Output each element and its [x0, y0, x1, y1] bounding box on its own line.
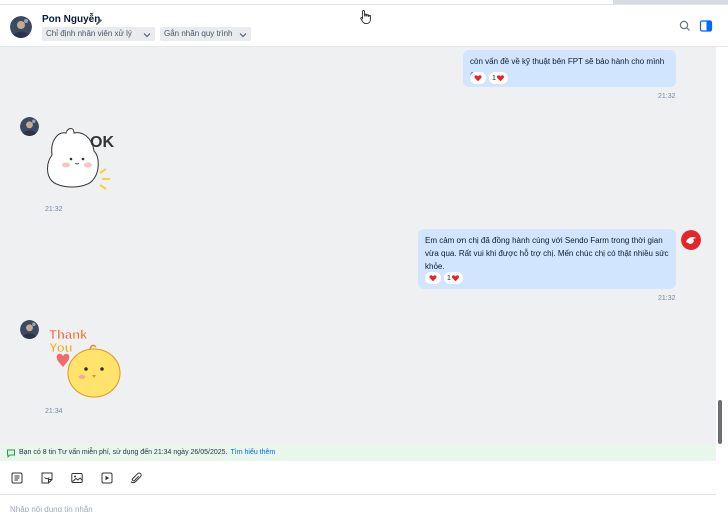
hand-cursor-icon	[359, 9, 373, 25]
contact-avatar[interactable]	[20, 320, 39, 339]
message-bubble-outgoing[interactable]: Em cảm ơn chị đã đồng hành cùng với Send…	[418, 229, 676, 289]
notice-text: Bạn có 8 tin Tư vấn miễn phí, sử dụng đế…	[19, 449, 228, 456]
contact-avatar[interactable]	[20, 117, 39, 136]
agent-avatar[interactable]	[681, 230, 701, 250]
scrollbar-track[interactable]	[716, 47, 728, 445]
heart-icon	[474, 75, 482, 82]
message-time: 21:34	[45, 408, 63, 415]
message-time: 21:32	[658, 295, 676, 302]
heart-icon	[496, 75, 504, 82]
chevron-down-icon	[239, 30, 247, 38]
edit-name-icon[interactable]	[94, 14, 104, 25]
composer-toolbar	[0, 461, 716, 495]
process-label-dropdown[interactable]: Gắn nhãn quy trình	[160, 27, 251, 41]
message-composer	[0, 495, 716, 512]
process-label-text: Gắn nhãn quy trình	[164, 29, 233, 38]
quick-message-icon[interactable]	[10, 471, 24, 485]
thank-you-sticker[interactable]: Thank You	[46, 327, 122, 399]
assign-agent-label: Chỉ định nhân viên xử lý	[46, 29, 132, 38]
sticker-you-text: You	[49, 340, 73, 355]
reactions: 1	[470, 72, 508, 84]
message-input[interactable]	[10, 505, 510, 512]
sticker-icon[interactable]	[40, 471, 54, 485]
message-time: 21:32	[45, 206, 63, 213]
heart-icon	[429, 275, 437, 282]
free-message-notice: Bạn có 8 tin Tư vấn miễn phí, sử dụng đế…	[0, 445, 716, 461]
heart-reaction-button[interactable]	[470, 72, 486, 84]
window-top-edge	[0, 0, 728, 5]
heart-icon	[451, 275, 459, 282]
assign-agent-dropdown[interactable]: Chỉ định nhân viên xử lý	[42, 27, 155, 41]
sticker-ok-text: OK	[90, 134, 114, 151]
video-icon[interactable]	[100, 471, 114, 485]
scrollbar-thumb[interactable]	[718, 400, 722, 444]
chevron-down-icon	[143, 30, 151, 38]
message-list[interactable]: còn vấn đề về kỹ thuật bên FPT sẽ bảo hà…	[0, 47, 716, 445]
image-icon[interactable]	[70, 471, 84, 485]
ok-sticker[interactable]: OK	[44, 125, 122, 191]
toggle-sidebar-icon[interactable]	[699, 19, 713, 33]
contact-name: Pon Nguyễn	[42, 14, 101, 25]
search-icon[interactable]	[678, 19, 692, 33]
popup-shadow	[613, 0, 728, 4]
heart-reaction-button[interactable]	[425, 272, 441, 284]
chat-bubble-icon	[6, 448, 16, 458]
reactions: 1	[425, 272, 463, 284]
message-time: 21:32	[658, 93, 676, 100]
contact-avatar[interactable]	[10, 16, 32, 38]
reaction-count-badge[interactable]: 1	[444, 272, 463, 284]
reaction-count-badge[interactable]: 1	[489, 72, 508, 84]
message-text: Em cảm ơn chị đã đồng hành cùng với Send…	[425, 236, 669, 271]
message-bubble-outgoing[interactable]: còn vấn đề về kỹ thuật bên FPT sẽ bảo hà…	[463, 50, 676, 87]
learn-more-link[interactable]: Tìm hiểu thêm	[231, 449, 276, 456]
attachment-icon[interactable]	[129, 471, 143, 485]
